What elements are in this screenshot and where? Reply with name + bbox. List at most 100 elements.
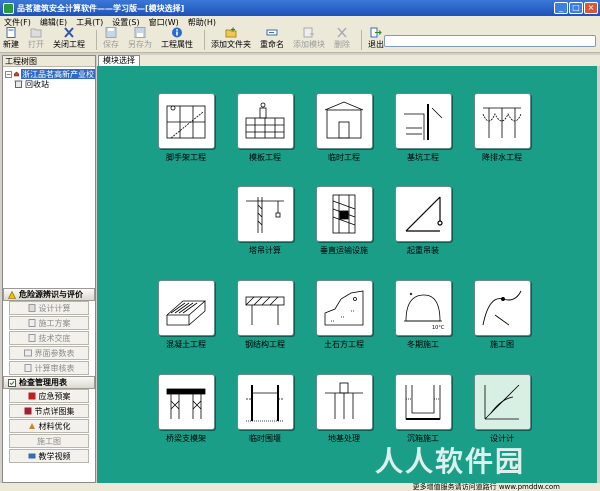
item-node-details[interactable]: 节点详图集: [9, 404, 89, 418]
panel-title: 工程树图: [3, 56, 95, 67]
tree-node-recycle-bin[interactable]: 回收站: [5, 79, 95, 89]
module-construction-drawing[interactable]: 施工图: [472, 280, 532, 350]
house-icon: [14, 71, 19, 77]
earthwork-icon: [324, 290, 364, 326]
rename-icon: [266, 29, 278, 36]
module-dewatering[interactable]: 降排水工程: [472, 93, 532, 163]
module-concrete[interactable]: 混凝土工程: [156, 280, 216, 350]
checklist-icon: [8, 378, 16, 387]
module-steel-structure[interactable]: 钢结构工程: [235, 280, 295, 350]
status-text: 更多增值服务请访问道路行 www.pmddw.com: [412, 483, 560, 491]
item-construction-plan[interactable]: 施工方案: [9, 316, 89, 330]
save-as-button[interactable]: 另存为: [128, 27, 152, 52]
svg-text:10°C: 10°C: [432, 325, 445, 331]
calculator-icon: [28, 304, 35, 312]
tree-expander[interactable]: −: [5, 70, 12, 78]
delete-icon: [337, 27, 347, 38]
module-winter-construction[interactable]: 10°C 冬期施工: [393, 280, 453, 350]
close-button[interactable]: ×: [584, 2, 598, 14]
search-input[interactable]: [384, 35, 596, 47]
tree-node-project[interactable]: − 浙江品茗高新产业校: [5, 69, 95, 79]
add-folder-icon: [225, 27, 237, 38]
module-cofferdam[interactable]: 临时围堰: [235, 374, 295, 444]
add-folder-button[interactable]: 添加文件夹: [211, 27, 251, 52]
ground-treatment-icon: [325, 382, 363, 419]
minimize-button[interactable]: _: [554, 2, 568, 14]
rename-button[interactable]: 重命名: [260, 27, 284, 52]
scaffold-icon: [166, 105, 206, 139]
maximize-button[interactable]: □: [569, 2, 583, 14]
function-accordion: 危险源辨识与评价 设计计算 施工方案 技术交底 界面参数表 计算审核表 检查管理…: [3, 288, 95, 464]
cofferdam-icon: [246, 385, 284, 422]
module-tower-crane[interactable]: 塔吊计算: [235, 186, 295, 256]
save-as-icon: [134, 27, 146, 38]
info-icon: [172, 27, 182, 38]
item-construction-drawing[interactable]: 施工图: [9, 434, 89, 448]
save-icon: [105, 27, 117, 38]
item-design-calculation[interactable]: 设计计算: [9, 301, 89, 315]
caisson-icon: [405, 385, 441, 420]
add-module-icon: [303, 27, 314, 38]
module-scaffold[interactable]: 脚手架工程: [156, 93, 216, 163]
module-vertical-transport[interactable]: 垂直运输设施: [314, 186, 374, 256]
toolbar-separator: [204, 30, 205, 50]
item-calc-review[interactable]: 计算审核表: [9, 361, 89, 375]
warning-icon: [8, 290, 16, 299]
exit-button[interactable]: 退出: [368, 27, 384, 52]
exit-icon: [370, 27, 382, 38]
toolbar: 新建 打开 关闭工程 保存 另存为 工程属性 添加文件夹 重命名 添加模块 删除: [0, 27, 600, 53]
app-icon: [3, 2, 14, 14]
item-technical-briefing[interactable]: 技术交底: [9, 331, 89, 345]
tab-module-select[interactable]: 模块选择: [98, 55, 140, 66]
module-design-calc[interactable]: 设计计: [472, 374, 532, 444]
close-x-icon: [64, 27, 74, 38]
project-tree: − 浙江品茗高新产业校 回收站: [3, 67, 95, 89]
group-inspection-forms[interactable]: 检查管理用表: [3, 376, 95, 389]
status-bar: 更多增值服务请访问道路行 www.pmddw.com: [0, 483, 600, 491]
bridge-formwork-icon: [166, 388, 206, 419]
item-material-optimization[interactable]: 材料优化: [9, 419, 89, 433]
module-bridge-formwork[interactable]: 桥梁支模架: [156, 374, 216, 444]
table-icon: [23, 349, 32, 357]
tab-bar: 模块选择: [97, 55, 600, 66]
item-emergency-plan[interactable]: 应急预案: [9, 389, 89, 403]
watermark: 人人软件园: [375, 445, 526, 478]
foundation-pit-icon: [404, 104, 443, 140]
add-module-button[interactable]: 添加模块: [293, 27, 325, 52]
winter-construction-icon: 10°C: [404, 292, 445, 331]
window-title: 品茗建筑安全计算软件——学习版—[模块选择]: [17, 3, 185, 13]
formwork-icon: [245, 102, 285, 139]
video-icon: [28, 453, 35, 459]
dewatering-icon: [482, 107, 522, 138]
item-teaching-video[interactable]: 教学视频: [9, 449, 89, 463]
module-earthwork[interactable]: 土石方工程: [314, 280, 374, 350]
design-calc-icon: [484, 384, 520, 420]
open-folder-icon: [30, 28, 42, 38]
open-button[interactable]: 打开: [28, 27, 44, 52]
temporary-works-icon: [324, 101, 364, 139]
item-interface-params[interactable]: 界面参数表: [9, 346, 89, 360]
project-properties-button[interactable]: 工程属性: [161, 27, 193, 52]
tree-node-label: 浙江品茗高新产业校: [21, 69, 95, 79]
module-foundation-pit[interactable]: 基坑工程: [393, 93, 453, 163]
review-icon: [24, 364, 31, 372]
material-icon: [28, 423, 35, 429]
emergency-icon: [28, 392, 35, 400]
module-formwork[interactable]: 模板工程: [235, 93, 295, 163]
group-hazard-identification[interactable]: 危险源辨识与评价: [3, 288, 95, 301]
module-caisson[interactable]: 沉箱施工: [393, 374, 453, 444]
hoisting-icon: [405, 196, 443, 232]
title-bar: 品茗建筑安全计算软件——学习版—[模块选择] _ □ ×: [0, 0, 600, 16]
briefing-icon: [28, 334, 35, 342]
node-detail-icon: [24, 407, 31, 415]
module-temporary-works[interactable]: 临时工程: [314, 93, 374, 163]
toolbar-separator: [96, 30, 97, 50]
module-ground-treatment[interactable]: 地基处理: [314, 374, 374, 444]
module-hoisting[interactable]: 起重吊装: [393, 186, 453, 256]
save-button[interactable]: 保存: [103, 27, 119, 52]
delete-button[interactable]: 删除: [334, 27, 350, 52]
recycle-bin-icon: [14, 80, 23, 88]
new-button[interactable]: 新建: [3, 27, 19, 52]
close-project-button[interactable]: 关闭工程: [53, 27, 85, 52]
toolbar-separator: [361, 30, 362, 50]
